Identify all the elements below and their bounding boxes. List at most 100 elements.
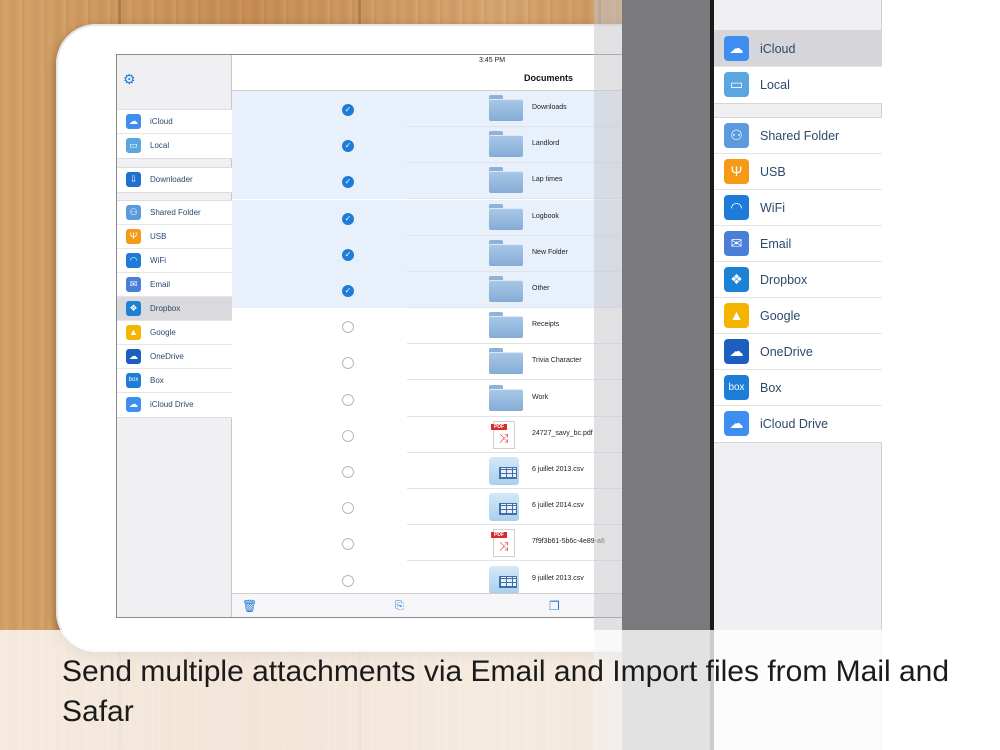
file-row[interactable]: Trivia Character bbox=[232, 344, 655, 381]
sidebar-item-onedrive[interactable]: ☁ OneDrive bbox=[117, 345, 232, 369]
file-name: Downloads bbox=[532, 104, 567, 111]
sidebar-item-email[interactable]: ✉ Email bbox=[117, 273, 232, 297]
sidebar-item-label: iCloud Drive bbox=[150, 400, 194, 409]
file-name: Landlord bbox=[532, 140, 560, 148]
sidebar-item-icloud-drive[interactable]: ☁ iCloud Drive bbox=[117, 393, 232, 417]
checkmark-empty-icon[interactable] bbox=[342, 429, 354, 442]
checkmark-empty-icon[interactable] bbox=[342, 321, 354, 334]
checkmark-selected-icon[interactable]: ✓ bbox=[342, 212, 354, 225]
sidebar: ⚙ ☁ iCloud ▭ Local ⇩ Downloader ⚇ Shared Folder… bbox=[117, 55, 232, 617]
zoom-sidebar-item-label: Shared Folder bbox=[760, 129, 840, 143]
dropbox-icon: ❖ bbox=[724, 267, 749, 292]
zoom-sidebar-item-dropbox[interactable]: ❖ Dropbox bbox=[714, 262, 882, 298]
checkmark-selected-icon[interactable]: ✓ bbox=[342, 285, 354, 297]
checkmark-empty-icon[interactable] bbox=[342, 466, 354, 478]
sidebar-item-box[interactable]: box Box bbox=[117, 369, 232, 393]
usb-icon: Ψ bbox=[724, 159, 749, 184]
mail-icon: ✉ bbox=[126, 277, 141, 292]
icloud-drive-icon: ☁ bbox=[126, 397, 141, 412]
sidebar-item-google[interactable]: ▲ Google bbox=[117, 321, 232, 345]
zoom-sidebar-item-icloud-drive[interactable]: ☁ iCloud Drive bbox=[714, 406, 882, 442]
folder-move-icon[interactable]: ⎘ bbox=[395, 599, 404, 613]
pdf-file-icon: PDF ⤨ bbox=[489, 529, 523, 558]
checkmark-empty-icon[interactable] bbox=[342, 574, 354, 587]
folder-icon bbox=[489, 203, 523, 232]
checkmark-empty-icon[interactable] bbox=[342, 393, 354, 406]
trash-icon[interactable]: 🗑 bbox=[242, 599, 257, 613]
file-row[interactable]: 6 juillet 2014.csv bbox=[232, 489, 655, 526]
zoom-sidebar-item-shared-folder[interactable]: ⚇ Shared Folder bbox=[714, 118, 882, 154]
checkmark-empty-icon[interactable] bbox=[342, 502, 354, 515]
sidebar-item-usb[interactable]: Ψ USB bbox=[117, 225, 232, 249]
folder-icon bbox=[489, 239, 523, 268]
file-row[interactable]: PDF ⤨ 24727_savy_bc.pdf bbox=[232, 417, 655, 453]
sidebar-item-label: Shared Folder bbox=[150, 208, 201, 217]
checkmark-selected-icon[interactable]: ✓ bbox=[342, 140, 354, 153]
folder-icon bbox=[489, 131, 523, 159]
sidebar-item-icloud[interactable]: ☁ iCloud bbox=[117, 110, 232, 134]
zoom-sidebar-item-icloud[interactable]: ☁ iCloud bbox=[714, 31, 882, 67]
folder-icon: ▭ bbox=[126, 138, 141, 153]
file-row[interactable]: PDF ⤨ 7f9f3b61-5b6c-4e89-a6 bbox=[232, 525, 655, 562]
zoom-sidebar-item-usb[interactable]: Ψ USB bbox=[714, 154, 882, 190]
sidebar-item-label: USB bbox=[150, 232, 167, 241]
file-row[interactable]: ✓ Landlord bbox=[232, 127, 655, 164]
wifi-icon: ◠ bbox=[126, 253, 141, 268]
file-name: Lap times bbox=[532, 176, 563, 184]
zoom-sidebar-item-onedrive[interactable]: ☁ OneDrive bbox=[714, 334, 882, 370]
checkmark-selected-icon[interactable]: ✓ bbox=[342, 248, 354, 261]
file-name: 6 juillet 2014.csv bbox=[532, 502, 584, 510]
zoom-sidebar-item-label: iCloud bbox=[760, 42, 796, 56]
sidebar-item-wifi[interactable]: ◠ WiFi bbox=[117, 249, 232, 273]
sidebar-item-downloader[interactable]: ⇩ Downloader bbox=[117, 168, 232, 192]
zoom-sidebar-item-wifi[interactable]: ◠ WiFi bbox=[714, 190, 882, 226]
icloud-icon: ☁ bbox=[724, 36, 749, 61]
checkmark-empty-icon[interactable] bbox=[342, 538, 354, 551]
zoom-sidebar-item-box[interactable]: box Box bbox=[714, 370, 882, 406]
icloud-icon: ☁ bbox=[126, 114, 141, 129]
csv-file-icon bbox=[489, 493, 523, 522]
file-row[interactable]: 6 juillet 2013.csv bbox=[232, 453, 655, 489]
copy-icon[interactable]: ❐ bbox=[549, 599, 560, 613]
zoom-sidebar-item-label: Box bbox=[760, 381, 782, 395]
zoom-sidebar-item-local[interactable]: ▭ Local bbox=[714, 67, 882, 103]
sidebar-item-label: Dropbox bbox=[150, 304, 181, 313]
checkmark-empty-icon[interactable] bbox=[342, 357, 354, 370]
zoom-sidebar-group: ⚇ Shared Folder Ψ USB ◠ WiFi ✉ Email ❖ Dropbox ▲ Go… bbox=[714, 117, 882, 443]
file-row[interactable]: ✓ Logbook bbox=[232, 199, 655, 236]
sidebar-item-dropbox[interactable]: ❖ Dropbox bbox=[117, 297, 232, 321]
file-name: 9 juillet 2013.csv bbox=[532, 574, 584, 582]
file-name: 6 juillet 2013.csv bbox=[532, 466, 584, 473]
sidebar-item-local[interactable]: ▭ Local bbox=[117, 134, 232, 158]
settings-gear-icon[interactable]: ⚙ bbox=[123, 72, 137, 86]
ipad-screen: iPad 3:45 PM ⚙ ☁iCloud▭Local⇩Downloader⚇… bbox=[116, 54, 656, 618]
checkmark-selected-icon[interactable]: ✓ bbox=[342, 104, 354, 116]
zoom-sidebar-item-label: Local bbox=[760, 78, 790, 92]
file-row[interactable]: Work bbox=[232, 381, 655, 417]
onedrive-icon: ☁ bbox=[126, 349, 141, 364]
shared-folder-icon: ⚇ bbox=[126, 205, 141, 220]
folder-icon bbox=[489, 384, 523, 413]
sidebar-item-label: Email bbox=[150, 280, 171, 289]
file-row[interactable]: ✓ New Folder bbox=[232, 235, 655, 272]
file-name: Receipts bbox=[532, 321, 560, 329]
zoom-sidebar-item-label: Google bbox=[760, 309, 801, 323]
file-row[interactable]: ✓ Downloads bbox=[232, 91, 655, 127]
zoom-sidebar-item-email[interactable]: ✉ Email bbox=[714, 226, 882, 262]
sidebar-item-label: Local bbox=[150, 141, 170, 150]
file-name: New Folder bbox=[532, 248, 568, 256]
caption-band: Send multiple attachments via Email and … bbox=[0, 630, 1000, 750]
checkmark-selected-icon[interactable]: ✓ bbox=[342, 176, 354, 189]
file-row[interactable]: Receipts bbox=[232, 308, 655, 345]
zoom-sidebar-item-label: OneDrive bbox=[760, 345, 813, 359]
file-row[interactable]: ✓ Lap times bbox=[232, 163, 655, 200]
mail-icon: ✉ bbox=[724, 231, 749, 256]
file-row[interactable]: ✓ Other bbox=[232, 272, 655, 308]
sidebar-item-label: Box bbox=[150, 376, 164, 385]
page-title: Documents bbox=[524, 73, 574, 83]
zoom-sidebar-item-google[interactable]: ▲ Google bbox=[714, 298, 882, 334]
sidebar-item-shared-folder[interactable]: ⚇ Shared Folder bbox=[117, 201, 232, 225]
file-name: Logbook bbox=[532, 212, 559, 220]
csv-file-icon bbox=[489, 565, 523, 594]
google-drive-icon: ▲ bbox=[724, 303, 749, 328]
